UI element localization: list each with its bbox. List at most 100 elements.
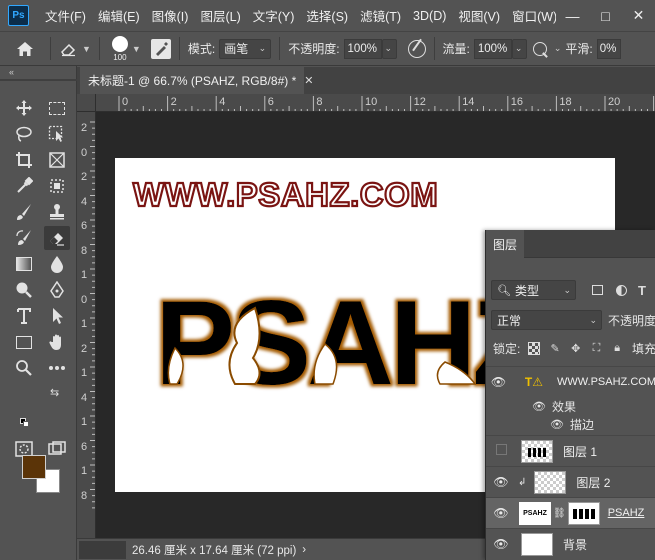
ruler-tick-label: 6 (81, 220, 88, 232)
vertical-ruler[interactable]: 2024681012141618 (77, 112, 96, 538)
visibility-eye-icon[interactable]: 👁︎ (550, 418, 564, 431)
flow-dropdown[interactable]: ⌄ (511, 38, 527, 59)
home-icon[interactable] (8, 41, 42, 57)
window-controls: — □ ✕ (556, 0, 655, 31)
smoothing-label: 平滑: (565, 42, 593, 56)
screen-mode-icon[interactable] (44, 437, 70, 461)
rectangle-tool-icon[interactable] (11, 330, 37, 354)
brush-tool-icon[interactable] (11, 200, 37, 224)
menu-image[interactable]: 图像(I) (146, 6, 195, 25)
opacity-dropdown[interactable]: ⌄ (381, 38, 397, 59)
filter-adjustment-icon[interactable] (616, 284, 627, 296)
visibility-eye-icon[interactable]: 👁︎ (486, 537, 516, 551)
separator (279, 37, 281, 60)
layer-row-layer2[interactable]: 👁︎ ↲ 图层 2 (486, 466, 655, 497)
move-tool-icon[interactable] (11, 96, 37, 120)
lock-all-icon[interactable]: 🔒︎ (611, 342, 623, 355)
document-tab[interactable]: 未标题-1 @ 66.7% (PSAHZ, RGB/8#) * ✕ (80, 67, 313, 94)
type-tool-icon[interactable] (11, 304, 37, 328)
tab-layers[interactable]: 图层 (486, 230, 524, 258)
menu-file[interactable]: 文件(F) (39, 6, 92, 25)
layer-effect-stroke-row[interactable]: 👁︎ 描边 (486, 414, 655, 434)
status-menu-arrow[interactable]: › (302, 544, 306, 556)
eraser-tool-icon[interactable] (44, 226, 70, 250)
eraser-tool-preset-icon[interactable]: ▼ (59, 41, 91, 57)
layer-row-text[interactable]: 👁︎ T⚠ WWW.PSAHZ.COM (486, 366, 655, 396)
menu-filter[interactable]: 滤镜(T) (354, 6, 407, 25)
mode-select[interactable]: 画笔 ⌄ (219, 38, 272, 59)
clone-stamp-tool-icon[interactable] (44, 200, 70, 224)
3d-material-tool-icon[interactable] (44, 174, 70, 198)
blur-tool-icon[interactable] (44, 252, 70, 276)
separator (50, 37, 51, 60)
object-selection-tool-icon[interactable] (44, 122, 70, 146)
foreground-color-swatch[interactable] (22, 455, 46, 479)
history-brush-tool-icon[interactable] (11, 226, 37, 250)
menu-type[interactable]: 文字(Y) (247, 6, 301, 25)
maximize-button[interactable]: □ (589, 8, 622, 24)
path-selection-tool-icon[interactable] (44, 304, 70, 328)
brush-settings-icon[interactable] (150, 38, 171, 59)
smoothing-input[interactable]: 0% (596, 38, 621, 59)
layer-row-psahz[interactable]: 👁︎ PSAHZ ⛓ PSAHZ (486, 497, 655, 528)
layer-row-layer1[interactable]: 图层 1 (486, 435, 655, 466)
chevron-down-icon: ⌄ (563, 284, 571, 295)
opacity-input[interactable]: 100% (343, 38, 382, 59)
frame-tool-icon[interactable] (44, 148, 70, 172)
hand-tool-icon[interactable] (44, 330, 70, 354)
menu-select[interactable]: 选择(S) (300, 6, 354, 25)
menu-window[interactable]: 窗口(W) (506, 6, 563, 25)
collapse-panel-icon[interactable]: « (9, 67, 14, 77)
marquee-tool-icon[interactable] (44, 96, 70, 120)
minimize-button[interactable]: — (556, 8, 589, 24)
lock-position-icon[interactable]: ✥ (570, 342, 582, 355)
flow-input[interactable]: 100% (473, 38, 512, 59)
horizontal-ruler[interactable]: 02468101214161820222426 (96, 94, 655, 112)
gradient-tool-icon[interactable] (11, 252, 37, 276)
dodge-tool-icon[interactable] (11, 278, 37, 302)
ruler-tick-label: 2 (81, 122, 88, 134)
toolbox-grip[interactable] (0, 79, 77, 81)
ruler-tick-label: 2 (170, 96, 177, 108)
zoom-level-field[interactable] (79, 540, 126, 559)
default-colors-icon[interactable] (20, 418, 29, 427)
brush-size-picker[interactable]: 100 (111, 35, 128, 62)
visibility-eye-icon[interactable]: 👁︎ (486, 475, 516, 489)
lock-artboard-icon[interactable]: ⛶ (591, 342, 603, 355)
zoom-tool-icon[interactable] (11, 356, 37, 380)
menu-edit[interactable]: 编辑(E) (92, 6, 146, 25)
airbrush-icon[interactable] (532, 41, 548, 58)
link-mask-icon[interactable]: ⛓ (553, 508, 566, 519)
layer-row-background[interactable]: 👁︎ 背景 (486, 528, 655, 559)
lock-image-icon[interactable]: ✎ (549, 342, 561, 355)
ruler-tick-label: 0 (122, 96, 129, 108)
lasso-tool-icon[interactable] (11, 122, 37, 146)
menu-3d[interactable]: 3D(D) (407, 9, 452, 23)
visibility-eye-icon[interactable]: 👁︎ (532, 400, 546, 413)
pen-tool-icon[interactable] (44, 278, 70, 302)
visibility-eye-icon[interactable]: 👁︎ (486, 375, 511, 389)
filter-type-icon[interactable]: T (638, 283, 646, 298)
filter-pixel-icon[interactable] (592, 285, 603, 295)
visibility-eye-icon[interactable]: 👁︎ (486, 506, 516, 520)
close-tab-icon[interactable]: ✕ (304, 74, 313, 87)
layer-thumbnail (521, 439, 553, 463)
eyedropper-tool-icon[interactable] (11, 174, 37, 198)
more-tools-icon[interactable] (44, 356, 70, 380)
pressure-opacity-icon[interactable] (407, 38, 426, 58)
visibility-toggle-empty[interactable] (486, 444, 516, 458)
swap-colors-icon[interactable]: ⇆ (50, 386, 59, 399)
ruler-tick-label: 8 (316, 96, 323, 108)
close-window-button[interactable]: ✕ (622, 7, 655, 24)
ruler-origin[interactable] (77, 94, 96, 112)
layer-kind-filter[interactable]: 🔍︎ 类型 ⌄ (491, 280, 576, 300)
crop-tool-icon[interactable] (11, 148, 37, 172)
layer-effects-row[interactable]: 👁︎ 效果 (486, 396, 655, 416)
menu-view[interactable]: 视图(V) (452, 6, 506, 25)
lock-transparent-icon[interactable] (528, 342, 541, 355)
menu-layer[interactable]: 图层(L) (194, 6, 246, 25)
chevron-down-icon[interactable]: ▼ (132, 44, 141, 54)
blend-mode-select[interactable]: 正常 ⌄ (491, 310, 602, 330)
layer-filter-row: 🔍︎ 类型 ⌄ T (486, 280, 655, 300)
smoothing-dropdown[interactable]: ⌄ 平滑: 0% (551, 38, 621, 59)
